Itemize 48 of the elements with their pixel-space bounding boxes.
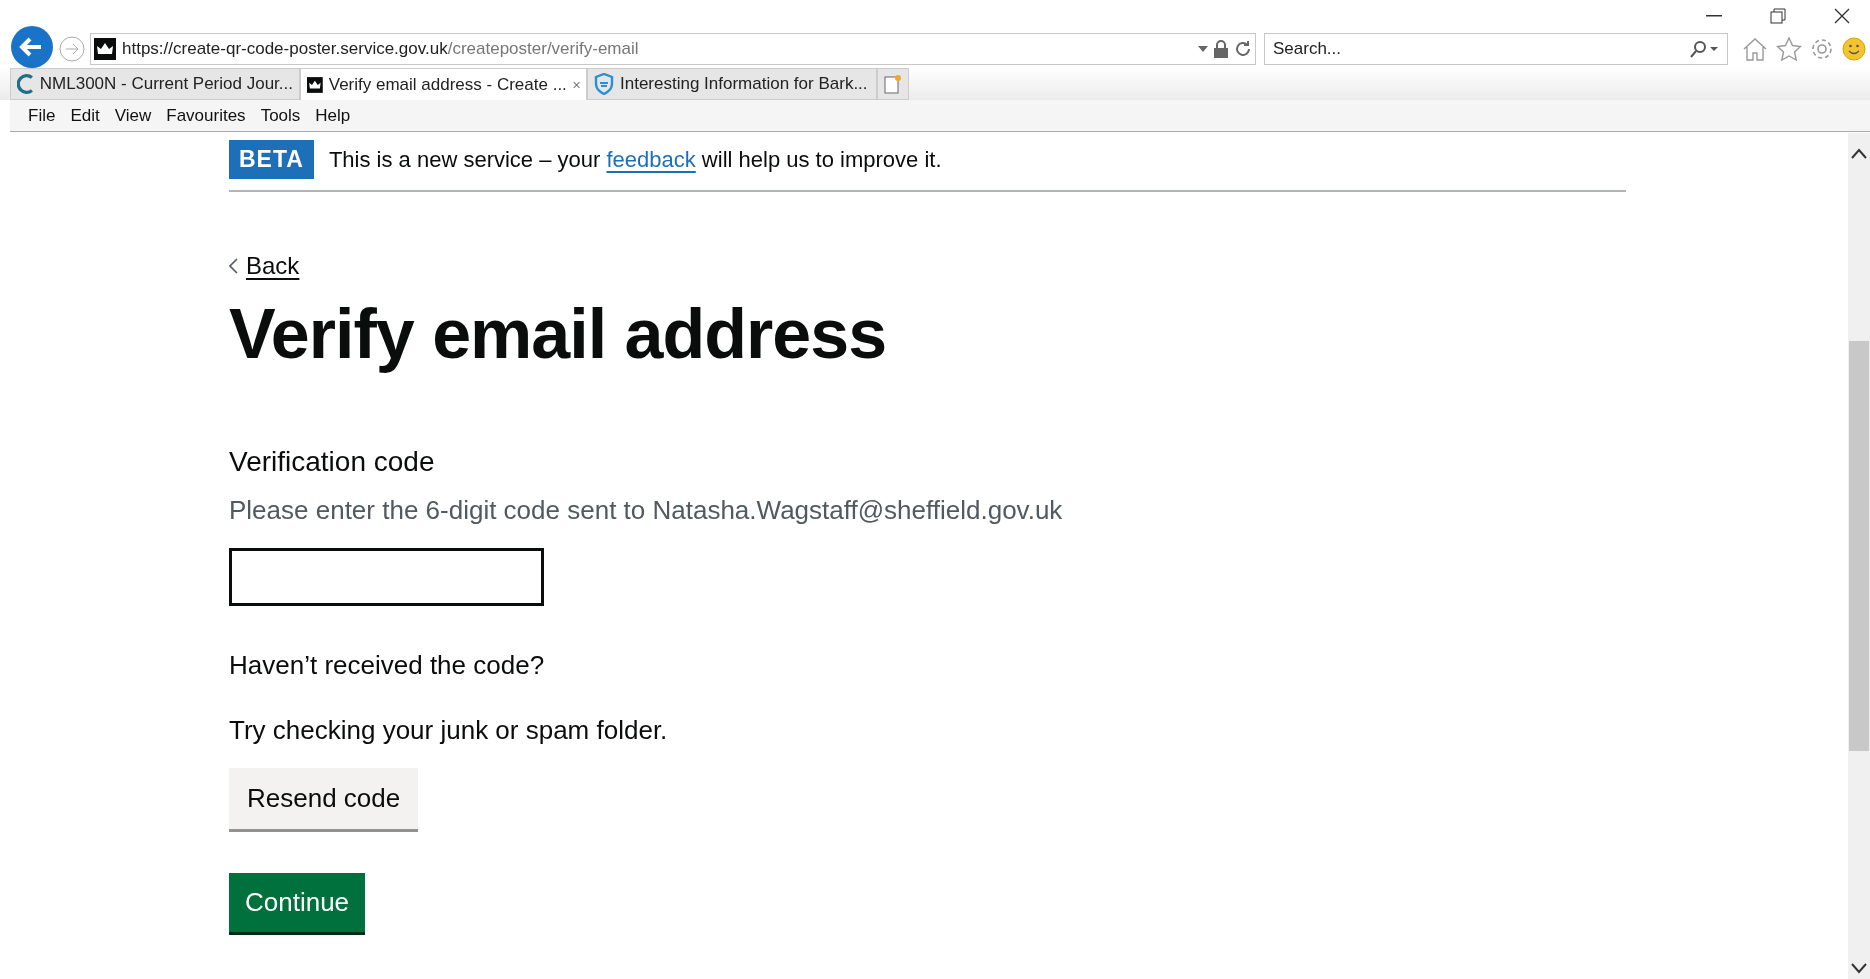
search-field[interactable]: Search... <box>1264 33 1728 65</box>
page-heading: Verify email address <box>229 295 888 373</box>
minimize-icon[interactable] <box>1706 15 1722 17</box>
close-icon[interactable] <box>1834 8 1850 24</box>
chevron-left-icon <box>229 257 238 274</box>
dropdown-icon[interactable] <box>1198 46 1208 52</box>
browser-tab[interactable]: NML300N - Current Period Jour... <box>10 68 300 100</box>
resend-code-button[interactable]: Resend code <box>229 767 419 829</box>
menu-item[interactable]: File <box>28 102 56 129</box>
back-icon[interactable] <box>10 25 54 69</box>
field-hint: Please enter the 6-digit code sent to Natasha.Wagstaff@sheffield.gov.uk <box>229 493 1064 527</box>
search-icon[interactable] <box>1690 40 1720 58</box>
menu-item[interactable]: Favourites <box>166 102 246 129</box>
help-heading: Haven’t received the code? <box>229 648 546 682</box>
menu-item[interactable]: View <box>114 102 152 129</box>
continue-button[interactable]: Continue <box>229 872 366 932</box>
crown-icon <box>94 38 116 60</box>
feedback-link[interactable]: feedback <box>606 146 696 172</box>
scroll-up-icon[interactable] <box>1850 147 1868 161</box>
help-text: Try checking your junk or spam folder. <box>229 713 669 747</box>
star-icon[interactable] <box>1776 37 1802 61</box>
scroll-down-icon[interactable] <box>1850 961 1868 975</box>
close-tab-icon[interactable] <box>572 79 580 90</box>
new-tab-icon <box>884 74 902 94</box>
restore-icon[interactable] <box>1770 8 1786 24</box>
refresh-icon[interactable] <box>1234 40 1252 58</box>
field-label: Verification code <box>229 444 436 479</box>
menu-item[interactable]: Tools <box>260 102 301 129</box>
menu-item[interactable]: Help <box>315 102 351 129</box>
back-link[interactable]: Back <box>246 247 300 284</box>
home-icon[interactable] <box>1742 37 1768 61</box>
url-text: https://create-qr-code-poster.service.gov.uk/createposter/verify-email <box>122 38 639 61</box>
tab-title: Verify email address - Create ... <box>328 73 567 96</box>
shield-icon <box>594 73 614 95</box>
tab-title: NML300N - Current Period Jour... <box>39 73 293 96</box>
tab-title: Interesting Information for Bark... <box>620 73 869 96</box>
browser-tab[interactable]: Verify email address - Create ... <box>300 68 587 100</box>
phase-banner-text: This is a new service – your feedback will help us to improve it. <box>328 145 942 174</box>
address-bar[interactable]: https://create-qr-code-poster.service.gov.uk/createposter/verify-email <box>90 33 1256 65</box>
lock-icon <box>1214 40 1228 58</box>
browser-tab[interactable]: Interesting Information for Bark... <box>587 68 877 100</box>
verification-code-input[interactable] <box>229 547 544 606</box>
settings-icon[interactable] <box>1810 37 1834 61</box>
smiley-icon[interactable] <box>1842 37 1866 61</box>
scrollbar-thumb[interactable] <box>1849 341 1869 751</box>
beta-tag: BETA <box>229 140 314 179</box>
letter-c-icon <box>17 73 34 95</box>
menu-item[interactable]: Edit <box>70 102 100 129</box>
